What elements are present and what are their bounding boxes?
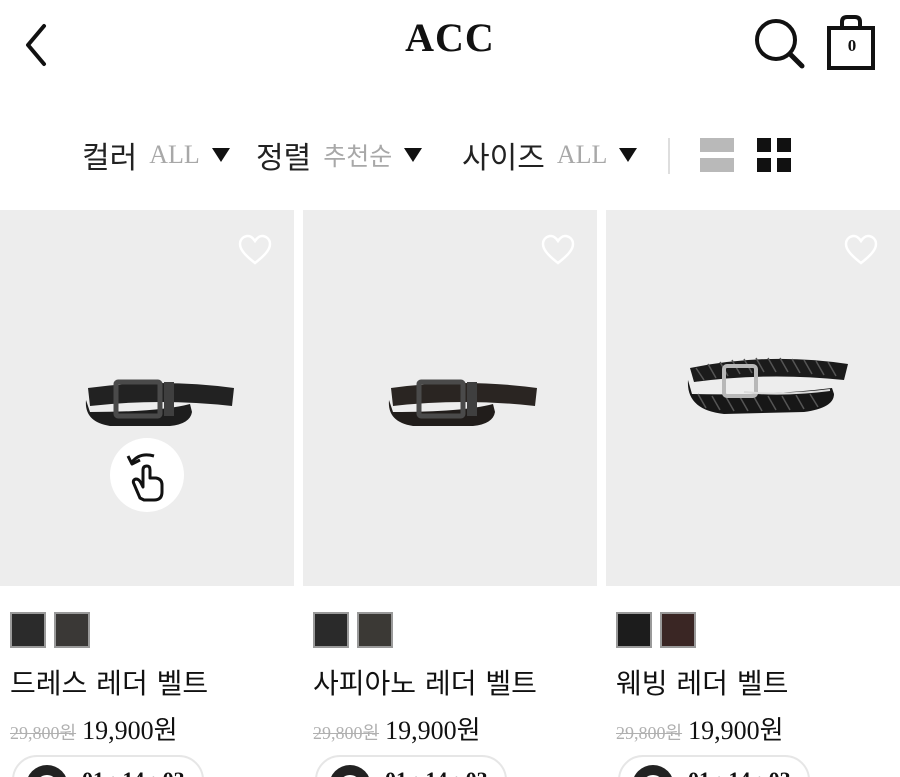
color-swatch[interactable]: [313, 612, 349, 648]
clock-icon: [329, 765, 371, 777]
color-filter[interactable]: 컬러 ALL: [82, 128, 230, 182]
chevron-left-icon: [26, 24, 46, 66]
filter-value: ALL: [149, 140, 200, 169]
filter-bar: 컬러 ALL 정렬 추천순 사이즈 ALL: [0, 128, 900, 182]
wishlist-button[interactable]: [844, 234, 878, 266]
clock-icon: [632, 765, 674, 777]
price-row: 29,800원 19,900원: [10, 710, 177, 747]
search-icon: [755, 19, 805, 69]
rotate-view-button[interactable]: [110, 438, 184, 512]
color-swatch[interactable]: [616, 612, 652, 648]
filter-value: 추천순: [323, 142, 393, 171]
sale-price: 19,900원: [82, 716, 178, 745]
product-name[interactable]: 웨빙 레더 벨트: [616, 662, 788, 702]
countdown-timer: 01 : 14 : 03: [618, 755, 810, 777]
braided-belt-image: [687, 357, 848, 414]
sale-price: 19,900원: [688, 716, 784, 745]
wishlist-button[interactable]: [541, 234, 575, 266]
grid-view-icon: [757, 138, 771, 152]
saffiano-belt-image: [388, 379, 537, 426]
countdown-timer: 01 : 14 : 03: [12, 755, 204, 777]
list-view-button[interactable]: [700, 138, 734, 172]
timer-text: 01 : 14 : 03: [688, 767, 791, 777]
price-row: 29,800원 19,900원: [313, 710, 480, 747]
price-row: 29,800원 19,900원: [616, 710, 783, 747]
product-name[interactable]: 드레스 레더 벨트: [10, 662, 208, 702]
grid-view-button[interactable]: [757, 138, 791, 172]
sale-price: 19,900원: [385, 716, 481, 745]
product-image[interactable]: [606, 210, 900, 586]
heart-icon: [541, 234, 575, 265]
header: ACC 0: [0, 0, 900, 90]
product-name[interactable]: 사피아노 레더 벨트: [313, 662, 537, 702]
search-button[interactable]: [752, 16, 808, 72]
heart-icon: [844, 234, 878, 265]
cart-button[interactable]: 0: [826, 14, 878, 72]
wishlist-button[interactable]: [238, 234, 272, 266]
color-swatch[interactable]: [660, 612, 696, 648]
color-swatch[interactable]: [357, 612, 393, 648]
size-filter[interactable]: 사이즈 ALL: [462, 128, 638, 182]
countdown-timer: 01 : 14 : 03: [315, 755, 507, 777]
caret-down-icon: [619, 148, 638, 162]
filter-value: ALL: [556, 140, 608, 169]
product-card[interactable]: 사피아노 레더 벨트 29,800원 19,900원 01 : 14 : 03: [303, 210, 597, 777]
product-image[interactable]: [303, 210, 597, 586]
cart-count-badge: 0: [847, 36, 857, 55]
color-swatches: [10, 612, 98, 648]
original-price: 29,800원: [616, 723, 683, 743]
caret-down-icon: [404, 148, 423, 162]
product-card[interactable]: 웨빙 레더 벨트 29,800원 19,900원 01 : 14 : 03: [606, 210, 900, 777]
list-view-icon: [700, 138, 734, 152]
clock-icon: [26, 765, 68, 777]
back-button[interactable]: [18, 20, 58, 70]
timer-text: 01 : 14 : 03: [385, 767, 488, 777]
sort-filter[interactable]: 정렬 추천순: [256, 128, 423, 182]
product-image[interactable]: [0, 210, 294, 586]
dress-belt-image: [85, 379, 234, 426]
timer-text: 01 : 14 : 03: [82, 767, 185, 777]
color-swatches: [313, 612, 401, 648]
original-price: 29,800원: [10, 723, 77, 743]
original-price: 29,800원: [313, 723, 380, 743]
filter-label: 사이즈: [462, 141, 545, 176]
color-swatches: [616, 612, 704, 648]
hand-rotate-icon: [126, 453, 164, 502]
heart-icon: [238, 234, 272, 265]
product-grid: 드레스 레더 벨트 29,800원 19,900원 01 : 14 : 03: [0, 210, 900, 777]
divider: [668, 138, 670, 174]
filter-label: 컬러: [82, 141, 138, 176]
filter-label: 정렬: [256, 141, 312, 176]
color-swatch[interactable]: [10, 612, 46, 648]
caret-down-icon: [211, 148, 230, 162]
color-swatch[interactable]: [54, 612, 90, 648]
product-card[interactable]: 드레스 레더 벨트 29,800원 19,900원 01 : 14 : 03: [0, 210, 294, 777]
